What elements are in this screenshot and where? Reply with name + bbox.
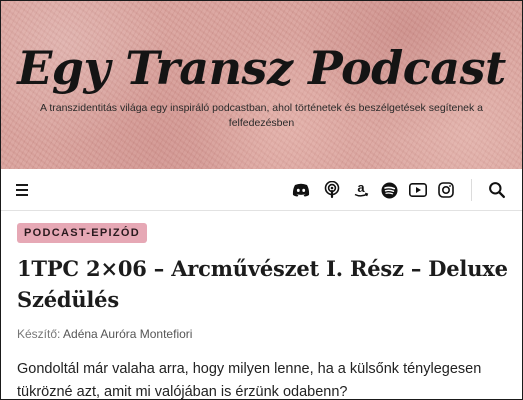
spotify-icon[interactable] xyxy=(379,180,399,200)
post-excerpt: Gondoltál már valaha arra, hogy milyen l… xyxy=(17,361,482,400)
nav-divider xyxy=(471,179,472,201)
site-tagline: A transzidentitás világa egy inspiráló p… xyxy=(39,102,484,129)
svg-text:a: a xyxy=(357,181,365,195)
youtube-icon[interactable] xyxy=(408,180,428,200)
podcast-icon[interactable] xyxy=(322,180,342,200)
top-navigation-bar: a xyxy=(1,169,522,211)
byline-label: Készítő: xyxy=(17,327,61,341)
discord-icon[interactable] xyxy=(291,180,311,200)
post-title[interactable]: 1TPC 2×06 – Arcművészet I. Rész – Deluxe… xyxy=(17,253,512,315)
hamburger-menu-icon[interactable] xyxy=(16,184,28,196)
amazon-icon[interactable]: a xyxy=(351,180,371,200)
instagram-icon[interactable] xyxy=(436,180,456,200)
author-link[interactable]: Adéna Auróra Montefiori xyxy=(63,327,192,341)
site-title[interactable]: Egy Transz Podcast xyxy=(1,41,522,95)
search-icon[interactable] xyxy=(488,181,506,199)
browser-viewport: Egy Transz Podcast A transzidentitás vil… xyxy=(0,0,523,400)
byline: Készítő: Adéna Auróra Montefiori xyxy=(17,327,192,341)
site-header-banner: Egy Transz Podcast A transzidentitás vil… xyxy=(1,1,522,169)
category-badge[interactable]: PODCAST-EPIZÓD xyxy=(17,223,147,243)
